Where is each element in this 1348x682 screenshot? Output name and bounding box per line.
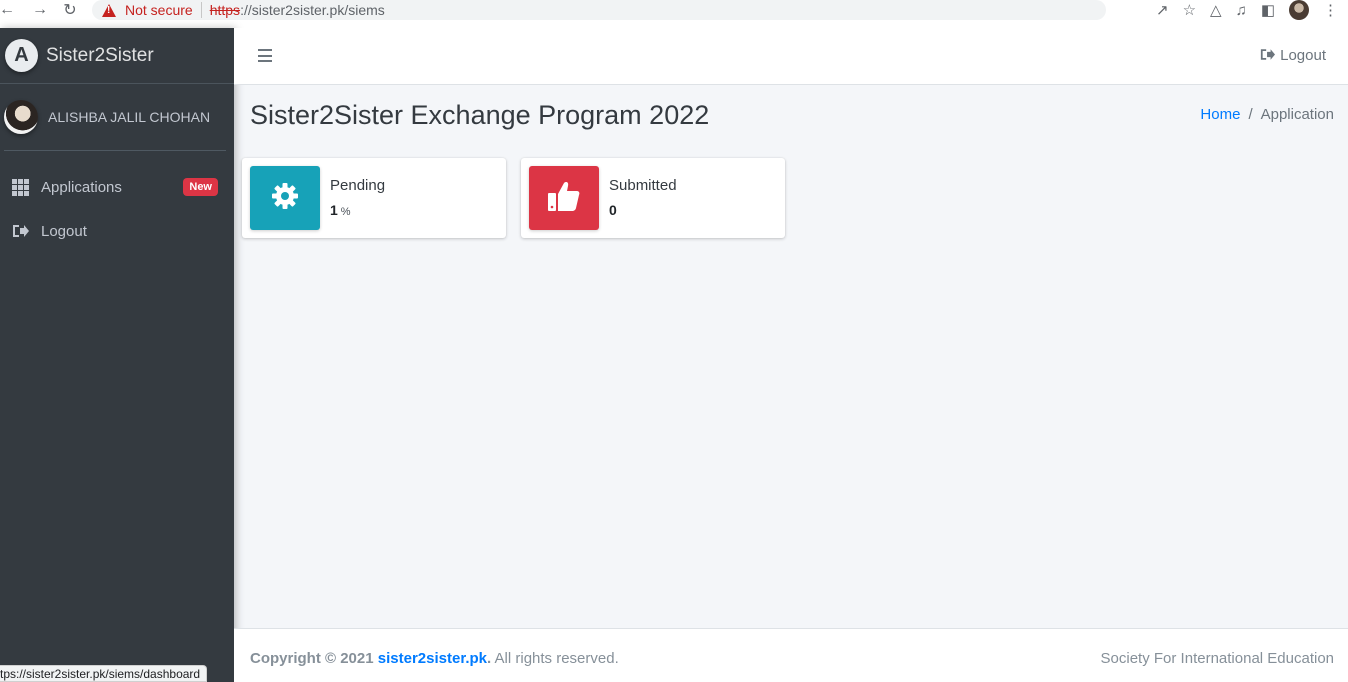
header-logout-link[interactable]: Logout [1260,47,1326,64]
gear-icon [270,181,300,216]
media-icon[interactable]: ♫ [1236,2,1247,19]
sidebar-item-label: Logout [41,222,87,240]
status-bar-url: tps://sister2sister.pk/siems/dashboard [0,665,208,682]
pending-value: 1 [330,202,338,218]
grid-icon [12,178,32,196]
sidebar: A Sister2Sister ALISHBA JALIL CHOHAN App… [0,28,234,682]
brand-link[interactable]: A Sister2Sister [0,28,234,84]
user-panel[interactable]: ALISHBA JALIL CHOHAN [4,84,226,151]
footer-copyright: Copyright © 2021 sister2sister.pk. All r… [250,650,619,667]
pending-unit: % [340,206,351,218]
page-title: Sister2Sister Exchange Program 2022 [250,100,710,130]
sidebar-item-applications[interactable]: Applications New [12,167,218,207]
submitted-info-box: Submitted 0 [521,158,785,238]
submitted-value: 0 [609,202,617,218]
extension-icon[interactable]: △ [1210,1,1222,19]
pending-value-wrap: 1% [330,202,351,218]
share-icon[interactable]: ↗ [1156,1,1169,19]
sidebar-item-logout[interactable]: Logout [12,211,218,251]
submitted-label: Submitted [609,177,677,194]
warning-icon [102,3,116,17]
submitted-icon-box [529,166,599,230]
rights-text: All rights reserved. [491,650,619,667]
sign-out-icon [1260,48,1276,64]
footer: Copyright © 2021 sister2sister.pk. All r… [234,628,1348,682]
sign-out-icon [12,224,32,238]
reload-icon[interactable]: ↻ [58,0,82,20]
avatar [4,100,38,134]
copyright-text: Copyright © 2021 [250,650,374,667]
more-menu-icon[interactable]: ⋮ [1323,1,1338,19]
pending-label: Pending [330,177,386,194]
back-arrow-icon[interactable]: ← [0,0,15,20]
breadcrumb-current: Application [1260,106,1334,123]
brand-logo: A [5,39,38,72]
browser-toolbar: ← → ↻ Not secure https ://sister2sister.… [0,0,1348,28]
main-header: Logout [234,28,1348,85]
breadcrumb-separator: / [1248,106,1253,123]
profile-avatar[interactable] [1289,0,1309,20]
sidebar-menu: Applications New Logout [0,151,234,251]
url-path: ://sister2sister.pk/siems [240,2,385,18]
browser-actions: ↗ ☆ △ ♫ ◧ ⋮ [1156,0,1338,20]
forward-arrow-icon[interactable]: → [28,0,52,20]
footer-site-link[interactable]: sister2sister.pk [378,650,487,667]
breadcrumb: Home / Application [1200,106,1334,123]
breadcrumb-home-link[interactable]: Home [1200,106,1240,123]
address-bar[interactable]: Not secure https ://sister2sister.pk/sie… [92,0,1106,20]
pending-icon-box [250,166,320,230]
star-icon[interactable]: ☆ [1183,1,1196,19]
url-scheme: https [209,2,241,18]
side-panel-icon[interactable]: ◧ [1261,1,1275,19]
header-logout-label: Logout [1280,47,1326,64]
thumbs-up-icon [547,180,581,217]
footer-organization: Society For International Education [1100,650,1334,667]
brand-name: Sister2Sister [46,44,154,66]
user-name[interactable]: ALISHBA JALIL CHOHAN [48,109,210,125]
hamburger-menu-icon[interactable] [258,49,272,62]
new-badge: New [183,178,218,196]
omnibox-divider [200,2,202,18]
pending-info-box: Pending 1% [242,158,506,238]
sidebar-item-label: Applications [41,178,122,196]
not-secure-label[interactable]: Not secure [125,2,193,18]
